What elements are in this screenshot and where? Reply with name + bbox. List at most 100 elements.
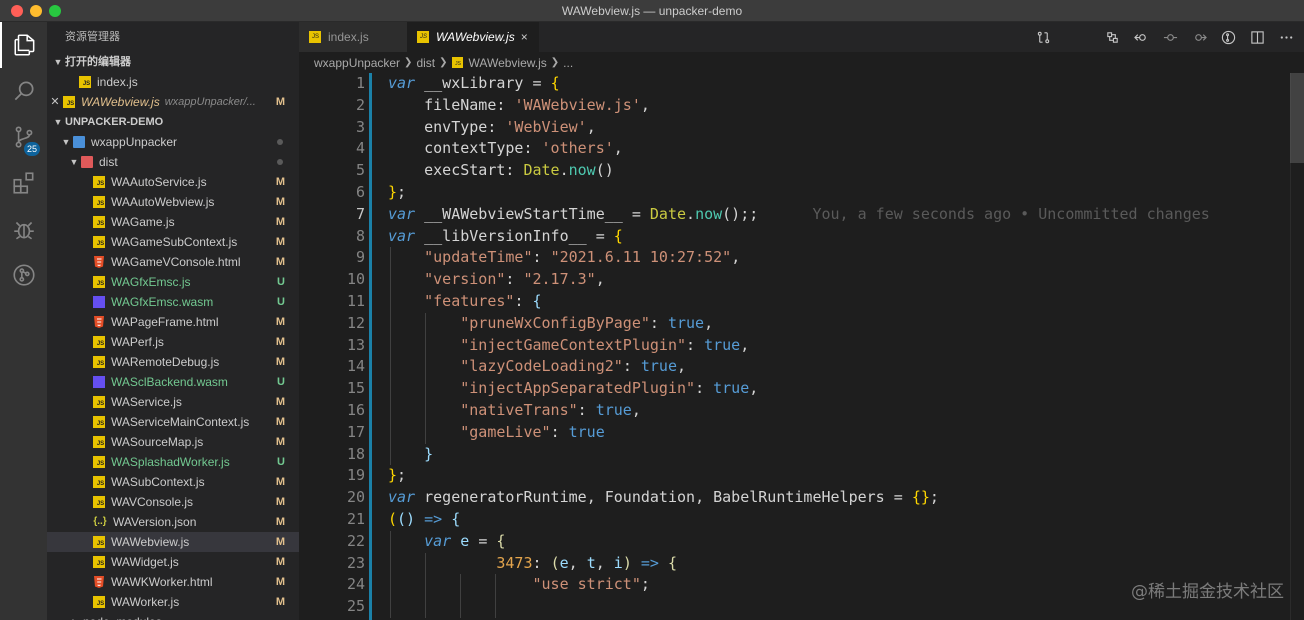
code-line[interactable]: 5 execStart: Date.now()	[299, 160, 1304, 182]
file-tree: JS WAAutoService.js M JS WAAutoWebview.js M JS…	[47, 172, 299, 612]
folder-row[interactable]: ▼ dist	[47, 152, 299, 172]
open-editor-item[interactable]: ✕ JS index.js	[47, 72, 299, 92]
breadcrumb-item[interactable]: wxappUnpacker	[314, 56, 400, 70]
code-line[interactable]: 3 envType: 'WebView',	[299, 117, 1304, 139]
html-file-icon	[93, 316, 105, 328]
file-item[interactable]: JS WAGameSubContext.js M	[47, 232, 299, 252]
project-header[interactable]: ▼ UNPACKER-DEMO	[47, 112, 299, 132]
file-item[interactable]: JS WAAutoService.js M	[47, 172, 299, 192]
file-item[interactable]: JS WAWidget.js M	[47, 552, 299, 572]
file-item[interactable]: JS WAVConsole.js M	[47, 492, 299, 512]
file-item[interactable]: JS WAWebview.js M	[47, 532, 299, 552]
close-icon[interactable]: ✕	[47, 92, 63, 112]
file-item[interactable]: WAPageFrame.html M	[47, 312, 299, 332]
file-item[interactable]: JS WAService.js M	[47, 392, 299, 412]
open-changes-icon[interactable]	[1104, 29, 1120, 45]
code-line[interactable]: 15 "injectAppSeparatedPlugin": true,	[299, 378, 1304, 400]
file-item[interactable]: JS WAGfxEmsc.js U	[47, 272, 299, 292]
file-item[interactable]: JS WASplashadWorker.js U	[47, 452, 299, 472]
file-item[interactable]: JS WASourceMap.js M	[47, 432, 299, 452]
timeline-dot-icon[interactable]	[1162, 29, 1178, 45]
code-line[interactable]: 14 "lazyCodeLoading2": true,	[299, 356, 1304, 378]
file-item[interactable]: JS WAPerf.js M	[47, 332, 299, 352]
code-line[interactable]: 23 3473: (e, t, i) => {	[299, 553, 1304, 575]
code-text: 3473: (e, t, i) => {	[496, 553, 677, 572]
code-line[interactable]: 13 "injectGameContextPlugin": true,	[299, 335, 1304, 357]
indent-guide	[390, 247, 391, 466]
code-text: "version": "2.17.3",	[424, 270, 605, 289]
code-line[interactable]: 2 fileName: 'WAWebview.js',	[299, 95, 1304, 117]
code-line[interactable]: 10 "version": "2.17.3",	[299, 269, 1304, 291]
file-item[interactable]: JS WARemoteDebug.js M	[47, 352, 299, 372]
extensions-icon[interactable]	[0, 160, 47, 206]
code-line[interactable]: 1 var __wxLibrary = {	[299, 73, 1304, 95]
code-text: var __wxLibrary = {	[388, 74, 560, 92]
file-item[interactable]: JS WAServiceMainContext.js M	[47, 412, 299, 432]
file-item[interactable]: WAGfxEmsc.wasm U	[47, 292, 299, 312]
folder-row[interactable]: ▼ wxappUnpacker	[47, 132, 299, 152]
code-line[interactable]: 21 (() => {	[299, 509, 1304, 531]
folder-row[interactable]: ▶ node_modules	[47, 612, 299, 620]
code-line[interactable]: 8 var __libVersionInfo__ = {	[299, 226, 1304, 248]
js-file-icon: JS	[93, 596, 105, 608]
code-line[interactable]: 6};	[299, 182, 1304, 204]
line-number: 20	[346, 488, 365, 507]
js-file-icon: JS	[93, 416, 105, 428]
open-editors-header[interactable]: ▼ 打开的编辑器	[47, 52, 299, 72]
line-number: 23	[346, 553, 365, 572]
line-number: 6	[355, 183, 365, 201]
debug-icon[interactable]	[0, 206, 47, 252]
next-change-icon[interactable]	[1191, 29, 1207, 45]
code-line[interactable]: 19};	[299, 465, 1304, 487]
explorer-icon[interactable]	[0, 22, 47, 68]
file-item[interactable]: JS WAWorker.js M	[47, 592, 299, 612]
file-item[interactable]: JS WAGame.js M	[47, 212, 299, 232]
file-item[interactable]: WASclBackend.wasm U	[47, 372, 299, 392]
more-actions-icon[interactable]	[1278, 29, 1294, 45]
code-text: (() => {	[388, 510, 461, 528]
code-line[interactable]: 18 }	[299, 444, 1304, 466]
code-line[interactable]: 11 "features": {	[299, 291, 1304, 313]
file-item[interactable]: WAGameVConsole.html M	[47, 252, 299, 272]
code-editor[interactable]: 1 var __wxLibrary = {2 fileName: 'WAWebvi…	[299, 73, 1304, 620]
tab-index-js[interactable]: JS index.js	[299, 22, 407, 52]
git-lens-icon[interactable]	[1220, 29, 1236, 45]
js-file-icon: JS	[63, 96, 75, 108]
previous-change-icon[interactable]	[1133, 29, 1149, 45]
breadcrumb-item[interactable]: ...	[563, 56, 573, 70]
scrollbar-thumb[interactable]	[1290, 73, 1304, 163]
compare-icon[interactable]	[1035, 29, 1051, 45]
code-line[interactable]: 12 "pruneWxConfigByPage": true,	[299, 313, 1304, 335]
source-control-icon[interactable]: 25	[0, 114, 47, 160]
code-line[interactable]: 9 "updateTime": "2021.6.11 10:27:52",	[299, 247, 1304, 269]
open-editor-item[interactable]: ✕ JS WAWebview.js wxappUnpacker/... M	[47, 92, 299, 112]
code-line[interactable]: 17 "gameLive": true	[299, 422, 1304, 444]
tab-wawebview-js[interactable]: JS WAWebview.js ×	[407, 22, 539, 52]
split-editor-icon[interactable]	[1249, 29, 1265, 45]
js-file-icon: JS	[93, 196, 105, 208]
vertical-scrollbar[interactable]	[1290, 73, 1304, 620]
search-icon[interactable]	[0, 68, 47, 114]
breadcrumb: wxappUnpacker ❯ dist ❯ JS WAWebview.js ❯…	[299, 52, 1304, 73]
code-text: "injectAppSeparatedPlugin": true,	[460, 379, 759, 398]
file-item[interactable]: JS WAAutoWebview.js M	[47, 192, 299, 212]
code-text: }	[424, 444, 434, 463]
breadcrumb-item[interactable]: WAWebview.js	[469, 56, 547, 70]
breadcrumb-item[interactable]: dist	[416, 56, 435, 70]
close-tab-button[interactable]: ×	[521, 30, 528, 44]
activity-bar: 25	[0, 22, 47, 620]
line-number: 3	[355, 117, 365, 136]
file-item[interactable]: {..} WAVersion.json M	[47, 512, 299, 532]
code-line[interactable]: 16 "nativeTrans": true,	[299, 400, 1304, 422]
file-item[interactable]: JS WASubContext.js M	[47, 472, 299, 492]
git-graph-icon[interactable]	[0, 252, 47, 298]
modified-dot	[277, 159, 283, 165]
code-line[interactable]: 4 contextType: 'others',	[299, 138, 1304, 160]
code-line[interactable]: 20 var regeneratorRuntime, Foundation, Ba…	[299, 487, 1304, 509]
explorer-sidebar: 资源管理器 ▼ 打开的编辑器 ✕ JS index.js ✕ JS WAWebv…	[47, 22, 299, 620]
js-file-icon: JS	[93, 356, 105, 368]
code-line[interactable]: 7 var __WAWebviewStartTime__ = Date.now()…	[299, 204, 1304, 226]
code-line[interactable]: 22 var e = {	[299, 531, 1304, 553]
js-file-icon: JS	[93, 176, 105, 188]
file-item[interactable]: WAWKWorker.html M	[47, 572, 299, 592]
